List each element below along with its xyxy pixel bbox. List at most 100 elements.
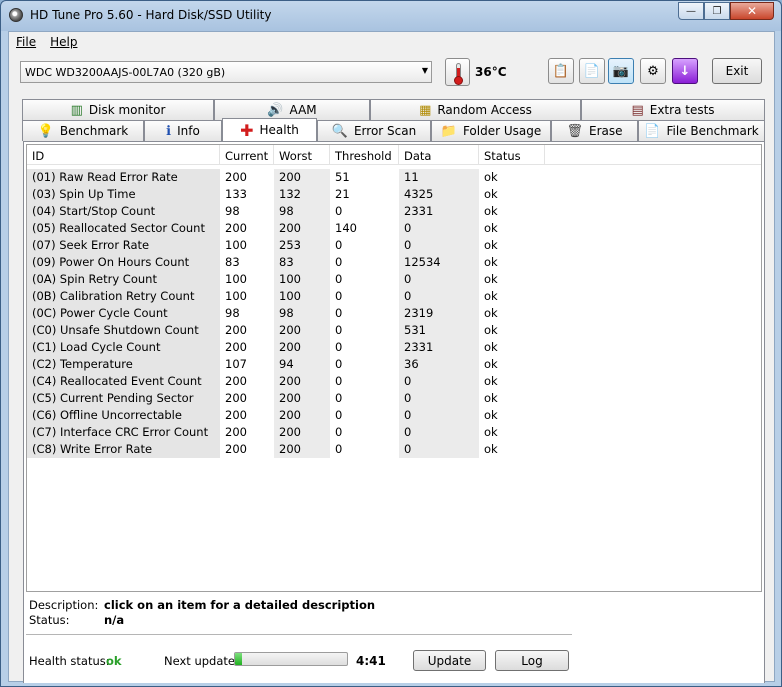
table-row[interactable]: (C1) Load Cycle Count 200 200 0 2331 ok [27, 339, 761, 356]
maximize-button[interactable]: ❐ [704, 2, 730, 20]
tab-health[interactable]: ✚ Health [222, 118, 317, 141]
screenshot-icon: 📷 [612, 63, 630, 79]
current-value: 200 [225, 323, 247, 337]
column-header-id[interactable]: ID [27, 145, 220, 165]
table-row[interactable]: (0C) Power Cycle Count 98 98 0 2319 ok [27, 305, 761, 322]
tab-folder-usage[interactable]: 📁 Folder Usage [431, 120, 551, 141]
row-status: ok [484, 272, 498, 286]
row-status: ok [484, 425, 498, 439]
table-row[interactable]: (05) Reallocated Sector Count 200 200 140 0 o… [27, 220, 761, 237]
column-header-current[interactable]: Current [220, 145, 274, 165]
toolbar: WDC WD3200AAJS-00L7A0 (320 gB) ▼ 36°C 📋 … [9, 55, 774, 91]
table-row[interactable]: (C7) Interface CRC Error Count 200 200 0 0 ok [27, 424, 761, 441]
raw-data: 531 [399, 322, 479, 339]
tab-benchmark[interactable]: 💡 Benchmark [22, 120, 144, 141]
column-header-threshold[interactable]: Threshold [330, 145, 399, 165]
column-header-worst[interactable]: Worst [274, 145, 330, 165]
next-update-progress [234, 652, 348, 666]
table-row[interactable]: (C4) Reallocated Event Count 200 200 0 0 ok [27, 373, 761, 390]
tab-disk-monitor[interactable]: ▥ Disk monitor [22, 99, 214, 120]
worst-value: 200 [274, 220, 330, 237]
smart-id: (01) Raw Read Error Rate [27, 169, 220, 186]
close-button[interactable]: ✕ [730, 2, 774, 20]
menu-help[interactable]: Help [43, 32, 84, 52]
minimize-button[interactable]: — [678, 2, 704, 20]
tab-file-benchmark[interactable]: 📄 File Benchmark [638, 120, 765, 141]
table-row[interactable]: (0A) Spin Retry Count 100 100 0 0 ok [27, 271, 761, 288]
drive-select[interactable]: WDC WD3200AAJS-00L7A0 (320 gB) ▼ [20, 61, 432, 83]
table-row[interactable]: (07) Seek Error Rate 100 253 0 0 ok [27, 237, 761, 254]
worst-value: 94 [274, 356, 330, 373]
raw-data: 0 [399, 373, 479, 390]
table-row[interactable]: (C0) Unsafe Shutdown Count 200 200 0 531 ok [27, 322, 761, 339]
threshold-value: 0 [335, 204, 343, 218]
description-value: click on an item for a detailed descript… [104, 598, 376, 612]
health-panel: ID Current Worst Threshold Data Status (… [23, 141, 765, 683]
hdtune-app-icon[interactable] [9, 8, 23, 22]
chevron-down-icon: ▼ [421, 66, 428, 75]
table-row[interactable]: (03) Spin Up Time 133 132 21 4325 ok [27, 186, 761, 203]
file-benchmark-icon: 📄 [644, 123, 661, 139]
smart-id: (C0) Unsafe Shutdown Count [27, 322, 220, 339]
detail-status-value: n/a [104, 613, 125, 627]
exit-button[interactable]: Exit [712, 58, 762, 84]
column-header-data[interactable]: Data [399, 145, 479, 165]
table-row[interactable]: (C6) Offline Uncorrectable 200 200 0 0 ok [27, 407, 761, 424]
copy-report-button[interactable]: 📄 [579, 58, 605, 84]
table-row[interactable]: (C5) Current Pending Sector 200 200 0 0 ok [27, 390, 761, 407]
row-status: ok [484, 408, 498, 422]
row-status: ok [484, 374, 498, 388]
table-row[interactable]: (C2) Temperature 107 94 0 36 ok [27, 356, 761, 373]
download-button[interactable]: ↓ [672, 58, 698, 84]
row-status: ok [484, 187, 498, 201]
table-row[interactable]: (04) Start/Stop Count 98 98 0 2331 ok [27, 203, 761, 220]
table-row[interactable]: (09) Power On Hours Count 83 83 0 12534 ok [27, 254, 761, 271]
window-controls: — ❐ ✕ [678, 2, 774, 20]
worst-value: 100 [274, 288, 330, 305]
download-icon: ↓ [679, 63, 691, 79]
disk-monitor-icon: ▥ [70, 102, 83, 118]
health-status-bar: Health status: ok Next update: 4:41 Upda… [24, 642, 764, 672]
raw-data: 0 [399, 390, 479, 407]
log-button[interactable]: Log [495, 650, 569, 671]
health-status-label: Health status: [29, 654, 110, 668]
tab-random-access[interactable]: ▦ Random Access [370, 99, 581, 120]
row-status: ok [484, 238, 498, 252]
row-status: ok [484, 255, 498, 269]
magnifier-icon: 🔍 [331, 123, 348, 139]
worst-value: 83 [274, 254, 330, 271]
threshold-value: 0 [335, 306, 343, 320]
tab-aam[interactable]: 🔊 AAM [214, 99, 370, 120]
menu-file[interactable]: File [9, 32, 43, 52]
worst-value: 200 [274, 390, 330, 407]
threshold-value: 0 [335, 255, 343, 269]
tab-info[interactable]: ℹ Info [144, 120, 222, 141]
table-row[interactable]: (01) Raw Read Error Rate 200 200 51 11 ok [27, 169, 761, 186]
smart-id: (0B) Calibration Retry Count [27, 288, 220, 305]
column-header-status[interactable]: Status [479, 145, 545, 165]
description-label: Description: [29, 598, 99, 612]
progress-fill [235, 653, 242, 665]
table-row[interactable]: (C8) Write Error Rate 200 200 0 0 ok [27, 441, 761, 458]
threshold-value: 0 [335, 340, 343, 354]
threshold-value: 0 [335, 442, 343, 456]
worst-value: 200 [274, 322, 330, 339]
smart-id: (C4) Reallocated Event Count [27, 373, 220, 390]
screenshot-button[interactable]: 📷 [608, 58, 634, 84]
worst-value: 200 [274, 441, 330, 458]
worst-value: 200 [274, 169, 330, 186]
raw-data: 0 [399, 237, 479, 254]
random-access-icon: ▦ [419, 102, 432, 118]
update-button[interactable]: Update [413, 650, 486, 671]
options-button[interactable]: ⚙ [640, 58, 666, 84]
tab-extra-tests[interactable]: ▤ Extra tests [581, 99, 765, 120]
tab-error-scan[interactable]: 🔍 Error Scan [317, 120, 431, 141]
copy-text-button[interactable]: 📋 [548, 58, 574, 84]
smart-table[interactable]: ID Current Worst Threshold Data Status (… [26, 144, 762, 592]
title-bar[interactable]: HD Tune Pro 5.60 - Hard Disk/SSD Utility… [1, 1, 781, 31]
table-row[interactable]: (0B) Calibration Retry Count 100 100 0 0 ok [27, 288, 761, 305]
current-value: 200 [225, 170, 247, 184]
tab-erase[interactable]: 🗑 Erase [551, 120, 638, 141]
raw-data: 11 [399, 169, 479, 186]
row-status: ok [484, 340, 498, 354]
